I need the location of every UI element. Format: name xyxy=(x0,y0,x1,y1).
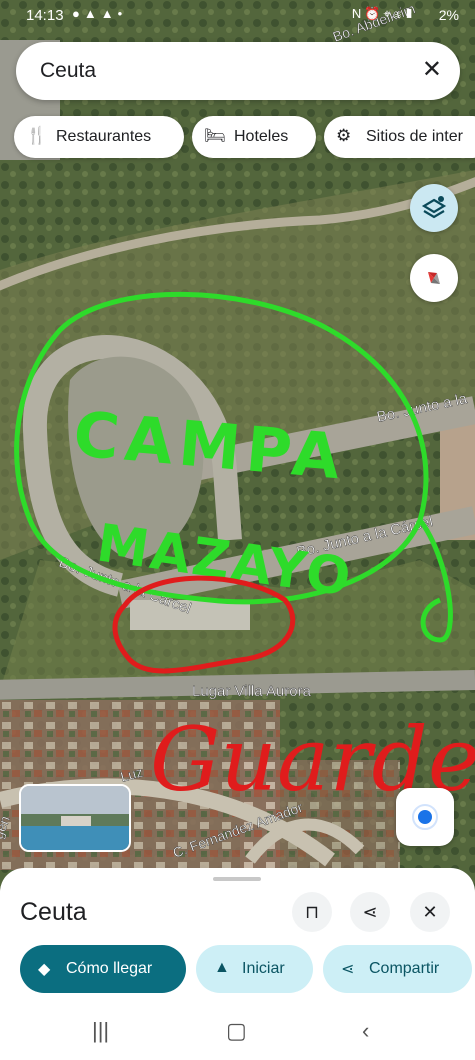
navigate-icon: ◆ xyxy=(38,961,51,978)
home-icon[interactable]: ▢ xyxy=(226,1018,247,1044)
my-location-icon xyxy=(418,810,432,824)
bookmark-icon: ⊓ xyxy=(304,902,320,922)
alarm-icon: ⏰ xyxy=(364,6,384,21)
attractions-icon: ⚙ xyxy=(336,126,352,145)
road-label: Lugar Villa Aurora xyxy=(192,683,312,700)
share-button[interactable]: ⋖ Compartir xyxy=(323,945,472,993)
chip-label: Hoteles xyxy=(234,128,289,145)
place-title: Ceuta xyxy=(20,898,87,926)
layers-button[interactable] xyxy=(410,184,458,232)
drag-handle[interactable] xyxy=(213,877,261,881)
dot-icon: • xyxy=(117,6,127,21)
start-label: Iniciar xyxy=(242,960,285,977)
chip-hotels[interactable]: 🛏 Hoteles xyxy=(192,116,316,158)
share-label: Compartir xyxy=(369,960,440,977)
close-icon: ✕ xyxy=(422,902,438,922)
share-icon-button[interactable]: ⋖ xyxy=(350,892,390,932)
share-icon: ⋖ xyxy=(341,961,355,978)
back-icon[interactable]: ‹ xyxy=(362,1018,369,1044)
wifi-icon: ≋ xyxy=(393,6,405,21)
chip-attractions[interactable]: ⚙ Sitios de inter xyxy=(324,116,475,158)
restaurant-icon: 🍴 xyxy=(26,126,48,145)
nfc-icon: N xyxy=(351,6,365,21)
layers-icon xyxy=(421,196,447,219)
battery-level: 2% xyxy=(438,7,459,23)
compass-button[interactable] xyxy=(410,254,458,302)
notification-icons: ●▲▲• xyxy=(72,6,126,21)
signal-icon: ▮ xyxy=(404,6,417,21)
clear-search-icon[interactable]: ✕ xyxy=(422,56,442,84)
chat-icon: ● xyxy=(72,6,84,21)
start-arrow-icon: ▲ xyxy=(214,959,230,976)
chip-restaurants[interactable]: 🍴 Restaurantes xyxy=(14,116,184,158)
system-icons: N⏰⌖≋▮ xyxy=(352,6,417,22)
share-icon: ⋖ xyxy=(362,902,378,922)
close-button[interactable]: ✕ xyxy=(410,892,450,932)
a-icon: ▲ xyxy=(83,6,101,21)
chip-label: Restaurantes xyxy=(56,128,152,145)
recent-apps-icon[interactable]: ||| xyxy=(92,1018,109,1044)
compass-icon xyxy=(428,272,440,284)
status-time: 14:13 xyxy=(26,7,64,24)
save-button[interactable]: ⊓ xyxy=(292,892,332,932)
hotel-icon: 🛏 xyxy=(204,126,226,145)
location-icon: ⌖ xyxy=(383,6,394,21)
chip-label: Sitios de inter xyxy=(366,128,463,145)
my-location-button[interactable] xyxy=(396,788,454,846)
directions-button[interactable]: ◆ Cómo llegar xyxy=(20,945,186,993)
search-bar[interactable]: Ceuta ✕ xyxy=(16,42,460,100)
a-icon: ▲ xyxy=(100,6,118,21)
start-button[interactable]: ▲ Iniciar xyxy=(196,945,313,993)
street-view-thumbnail[interactable] xyxy=(19,784,131,852)
status-bar: 14:13 ●▲▲• N⏰⌖≋▮ 2% xyxy=(0,0,475,32)
search-input[interactable]: Ceuta xyxy=(40,59,96,83)
system-navigation-bar: ||| ▢ ‹ xyxy=(0,1010,475,1060)
directions-label: Cómo llegar xyxy=(66,960,153,977)
